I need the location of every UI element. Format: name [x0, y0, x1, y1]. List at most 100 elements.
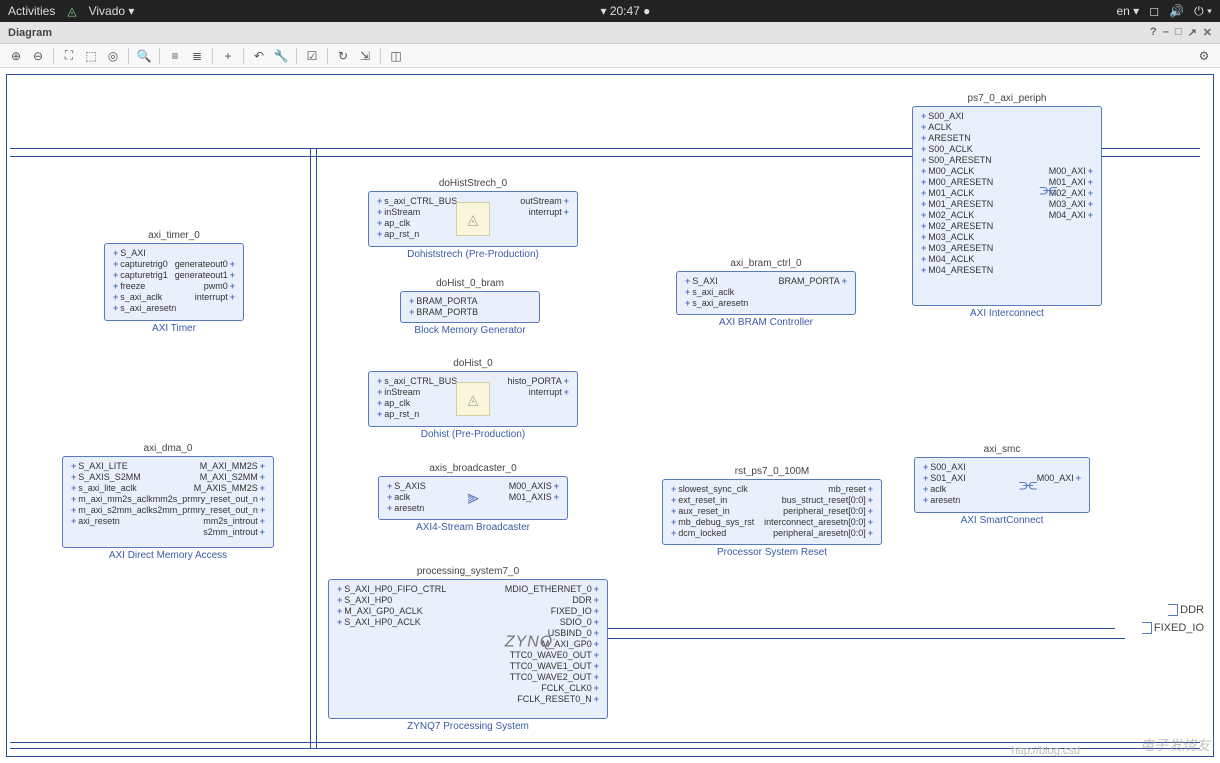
port-label: M03_ARESETN: [928, 243, 993, 254]
block-title: rst_ps7_0_100M: [662, 466, 882, 477]
center-button[interactable]: ◎: [103, 47, 123, 65]
minimize-icon[interactable]: –: [1163, 26, 1169, 39]
block-axi-periph[interactable]: ps7_0_axi_periph ⫘ +S00_AXI+ACLK+ARESETN…: [912, 93, 1102, 319]
volume-icon[interactable]: 🔊: [1169, 4, 1184, 18]
block-ps7[interactable]: processing_system7_0 ZYNQ +S_AXI_HP0_FIF…: [328, 566, 608, 732]
port-row: +M04_ACLK: [919, 254, 1095, 265]
smartconnect-icon: ⫘: [1019, 474, 1037, 497]
port-row: +M01_ACLKM02_AXI+: [919, 188, 1095, 199]
port-row: +M01_ARESETNM03_AXI+: [919, 199, 1095, 210]
external-port-fixed-io[interactable]: FIXED_IO: [1142, 622, 1204, 634]
zoom-in-button[interactable]: ⊕: [6, 47, 26, 65]
port-label: aclk: [930, 484, 946, 495]
block-axi-smc[interactable]: axi_smc ⫘ +S00_AXI+S01_AXIM00_AXI++aclk+…: [914, 444, 1090, 526]
port-label: inStream: [384, 207, 420, 218]
port-label: BRAM_PORTA: [779, 276, 840, 287]
add-ip-button[interactable]: +: [218, 47, 238, 65]
block-type: AXI4-Stream Broadcaster: [378, 522, 568, 533]
port-row: +S_AXI_HP0DDR+: [335, 595, 601, 606]
block-hist-stretch[interactable]: doHistStrech_0 ◬ +s_axi_CTRL_BUSoutStrea…: [368, 178, 578, 260]
port-row: +s_axi_aclk: [683, 287, 849, 298]
port-label: capturetrig0: [120, 259, 168, 270]
hls-logo-icon: ◬: [456, 382, 490, 416]
vlayers-button[interactable]: ≣: [187, 47, 207, 65]
port-label: M01_ACLK: [928, 188, 974, 199]
clock[interactable]: ▾ 20:47 ●: [600, 4, 650, 18]
port-label: S00_AXI: [930, 462, 966, 473]
block-axi-dma[interactable]: axi_dma_0 +S_AXI_LITEM_AXI_MM2S++S_AXIS_…: [62, 443, 274, 561]
port-label: M00_ARESETN: [928, 177, 993, 188]
port-label: peripheral_aresetn[0:0]: [773, 528, 866, 539]
port-label: pwm0: [204, 281, 228, 292]
maximize-icon[interactable]: ↗: [1188, 26, 1197, 39]
port-label: m_axi_mm2s_aclk: [78, 494, 153, 505]
port-row: +M02_ACLKM04_AXI+: [919, 210, 1095, 221]
diagram-toolbar: ⊕ ⊖ ⛶ ⬚ ◎ 🔍 ≡ ≣ + ↶ 🔧 ☑ ↻ ⇲ ◫ ⚙: [0, 44, 1220, 68]
port-label: interconnect_aresetn[0:0]: [764, 517, 866, 528]
select-area-button[interactable]: ⬚: [81, 47, 101, 65]
port-row: +S00_ARESETN: [919, 155, 1095, 166]
block-hist[interactable]: doHist_0 ◬ +s_axi_CTRL_BUShisto_PORTA++i…: [368, 358, 578, 440]
port-label: peripheral_reset[0:0]: [783, 506, 866, 517]
window-icon[interactable]: ◻: [1149, 4, 1159, 18]
block-type: Dohiststrech (Pre-Production): [368, 249, 578, 260]
power-icon[interactable]: ⏻ ▾: [1194, 4, 1212, 19]
port-row: +BRAM_PORTB: [407, 307, 533, 318]
port-label: S_AXI_LITE: [78, 461, 128, 472]
port-row: +ARESETN: [919, 133, 1095, 144]
block-type: AXI SmartConnect: [914, 515, 1090, 526]
port-label: TTC0_WAVE2_OUT: [510, 672, 592, 683]
zoom-fit-button[interactable]: ⛶: [59, 47, 79, 65]
block-type: AXI BRAM Controller: [676, 317, 856, 328]
port-label: S_AXI_HP0_ACLK: [344, 617, 421, 628]
port-row: +s_axi_aresetn: [111, 303, 237, 314]
block-bram-ctrl[interactable]: axi_bram_ctrl_0 +S_AXIBRAM_PORTA++s_axi_…: [676, 258, 856, 328]
port-label: M00_AXI: [1037, 473, 1074, 484]
block-broadcaster[interactable]: axis_broadcaster_0 ⫸ +S_AXISM00_AXIS++ac…: [378, 463, 568, 533]
port-row: +aux_reset_inperipheral_reset[0:0]+: [669, 506, 875, 517]
hls-logo-icon: ◬: [456, 202, 490, 236]
export-button[interactable]: ⇲: [355, 47, 375, 65]
port-label: M_AXI_MM2S: [200, 461, 258, 472]
hlayers-button[interactable]: ≡: [165, 47, 185, 65]
block-hist-bram[interactable]: doHist_0_bram +BRAM_PORTA+BRAM_PORTB Blo…: [400, 278, 540, 336]
block-type: AXI Timer: [104, 323, 244, 334]
settings-button[interactable]: ⚙: [1194, 47, 1214, 65]
port-label: interrupt: [529, 387, 562, 398]
port-label: M04_AXI: [1049, 210, 1086, 221]
app-menu-button[interactable]: Vivado ▾: [89, 4, 135, 18]
port-row: s2mm_introut+: [69, 527, 267, 538]
block-axi-timer[interactable]: axi_timer_0 +S_AXI+capturetrig0generateo…: [104, 230, 244, 334]
validate-button[interactable]: ☑: [302, 47, 322, 65]
port-row: +s_axi_lite_aclkM_AXIS_MM2S+: [69, 483, 267, 494]
diagram-canvas[interactable]: axi_timer_0 +S_AXI+capturetrig0generateo…: [0, 68, 1220, 763]
port-row: M_AXI_GP0+: [335, 639, 601, 650]
port-row: +s_axi_aclkinterrupt+: [111, 292, 237, 303]
regenerate-button[interactable]: ↻: [333, 47, 353, 65]
port-label: S_AXIS: [394, 481, 426, 492]
port-label: s2mm_prmry_reset_out_n: [153, 505, 258, 516]
zoom-out-button[interactable]: ⊖: [28, 47, 48, 65]
block-title: axi_dma_0: [62, 443, 274, 454]
block-rst[interactable]: rst_ps7_0_100M +slowest_sync_clkmb_reset…: [662, 466, 882, 558]
port-label: capturetrig1: [120, 270, 168, 281]
port-row: +BRAM_PORTA: [407, 296, 533, 307]
port-label: M03_ACLK: [928, 232, 974, 243]
watermark-url: http://blog.csd: [1012, 745, 1081, 757]
tools-button[interactable]: 🔧: [271, 47, 291, 65]
undo-button[interactable]: ↶: [249, 47, 269, 65]
app-icon: ◬: [67, 4, 76, 18]
activities-button[interactable]: Activities: [8, 4, 55, 18]
port-label: FCLK_CLK0: [541, 683, 592, 694]
lang-indicator[interactable]: en ▾: [1116, 4, 1139, 18]
ip-button[interactable]: ◫: [386, 47, 406, 65]
restore-icon[interactable]: □: [1175, 26, 1182, 39]
block-type: Dohist (Pre-Production): [368, 429, 578, 440]
help-icon[interactable]: ?: [1150, 26, 1157, 39]
block-title: doHist_0_bram: [400, 278, 540, 289]
port-label: s_axi_CTRL_BUS: [384, 196, 457, 207]
os-topbar: Activities ◬ Vivado ▾ ▾ 20:47 ● en ▾ ◻ 🔊…: [0, 0, 1220, 22]
external-port-ddr[interactable]: DDR: [1168, 604, 1204, 616]
search-button[interactable]: 🔍: [134, 47, 154, 65]
close-icon[interactable]: ✕: [1203, 26, 1212, 39]
